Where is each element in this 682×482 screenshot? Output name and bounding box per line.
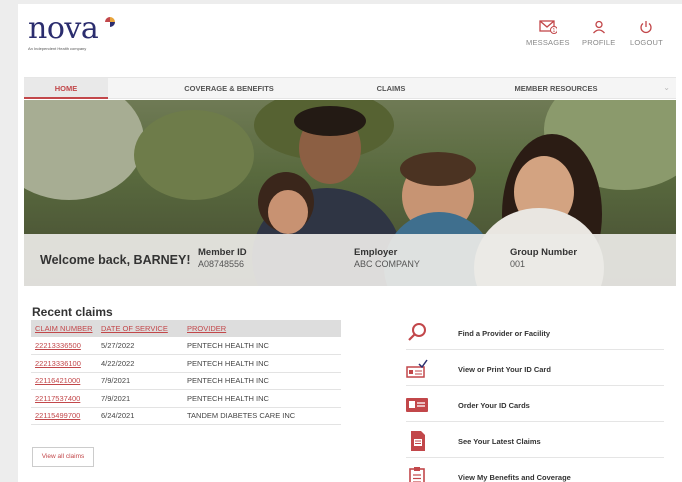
column-date-of-service[interactable]: DATE OF SERVICE [97, 320, 183, 337]
quick-link-latest-claims[interactable]: See Your Latest Claims [406, 423, 664, 458]
envelope-icon: 1 [539, 20, 557, 34]
id-card-print-icon [406, 359, 428, 378]
table-row: 22115499700 6/24/2021 TANDEM DIABETES CA… [31, 407, 341, 425]
quick-link-label: View or Print Your ID Card [458, 365, 551, 374]
provider: TANDEM DIABETES CARE INC [183, 407, 341, 425]
date-of-service: 5/27/2022 [97, 337, 183, 355]
date-of-service: 7/9/2021 [97, 372, 183, 390]
table-row: 22117537400 7/9/2021 PENTECH HEALTH INC [31, 389, 341, 408]
group-number-value: 001 [510, 259, 526, 269]
table-row: 22116421000 7/9/2021 PENTECH HEALTH INC [31, 372, 341, 390]
nav-member-resources[interactable]: MEMBER RESOURCES [486, 78, 626, 99]
profile-button[interactable]: PROFILE [582, 20, 616, 47]
messages-button[interactable]: 1 MESSAGES [526, 20, 570, 47]
recent-claims-title: Recent claims [32, 305, 113, 319]
clipboard-icon [409, 467, 425, 482]
group-number-label: Group Number [510, 247, 578, 258]
table-row: 22213336100 4/22/2022 PENTECH HEALTH INC [31, 354, 341, 373]
quick-link-label: Find a Provider or Facility [458, 329, 551, 338]
employer-label: Employer [354, 247, 398, 258]
logo-wordmark: nova [28, 11, 99, 46]
member-id-label: Member ID [198, 247, 247, 258]
table-header-row: CLAIM NUMBER DATE OF SERVICE PROVIDER [31, 320, 341, 337]
quick-link-benefits-coverage[interactable]: View My Benefits and Coverage [406, 459, 664, 482]
nav-home[interactable]: HOME [24, 78, 108, 99]
recent-claims-table: CLAIM NUMBER DATE OF SERVICE PROVIDER 22… [31, 320, 341, 425]
claim-number-link[interactable]: 22213336500 [31, 337, 97, 355]
provider: PENTECH HEALTH INC [183, 389, 341, 408]
claim-number-link[interactable]: 22115499700 [31, 407, 97, 425]
claim-number-link[interactable]: 22116421000 [31, 372, 97, 390]
date-of-service: 6/24/2021 [97, 407, 183, 425]
group-number: Group Number 001 [510, 247, 577, 269]
nova-logo[interactable]: nova An Independent Health company [28, 11, 115, 51]
column-provider[interactable]: PROVIDER [183, 320, 341, 337]
provider: PENTECH HEALTH INC [183, 354, 341, 373]
quick-link-label: See Your Latest Claims [458, 437, 541, 446]
power-icon [640, 21, 653, 34]
user-icon [592, 20, 605, 34]
nav-coverage-benefits[interactable]: COVERAGE & BENEFITS [154, 78, 304, 99]
quick-link-find-provider[interactable]: Find a Provider or Facility [406, 315, 664, 350]
provider: PENTECH HEALTH INC [183, 372, 341, 390]
svg-text:1: 1 [552, 28, 555, 34]
main-nav: HOME COVERAGE & BENEFITS CLAIMS MEMBER R… [24, 77, 676, 99]
logout-label: LOGOUT [630, 38, 663, 47]
view-all-claims-button[interactable]: View all claims [32, 447, 94, 467]
provider: PENTECH HEALTH INC [183, 337, 341, 355]
employer-value: ABC COMPANY [354, 259, 420, 269]
date-of-service: 4/22/2022 [97, 354, 183, 373]
messages-label: MESSAGES [526, 38, 570, 47]
member-id-value: A08748556 [198, 259, 245, 269]
logo-mark-icon [105, 17, 115, 27]
nav-claims[interactable]: CLAIMS [346, 78, 436, 99]
chevron-down-icon[interactable]: ⌄ [663, 83, 670, 92]
page: nova An Independent Health company 1 MES… [18, 4, 682, 482]
claims-document-icon [411, 431, 425, 451]
search-icon [408, 323, 426, 341]
id-card-icon [406, 398, 428, 412]
member-id: Member ID A08748556 [198, 247, 247, 269]
header: nova An Independent Health company 1 MES… [18, 4, 682, 66]
logo-tagline: An Independent Health company [28, 46, 87, 51]
welcome-bar: Welcome back, BARNEY! Member ID A0874855… [24, 234, 676, 286]
welcome-greeting: Welcome back, BARNEY! [40, 253, 191, 267]
logout-button[interactable]: LOGOUT [630, 20, 663, 47]
profile-label: PROFILE [582, 38, 616, 47]
claim-number-link[interactable]: 22117537400 [31, 389, 97, 408]
date-of-service: 7/9/2021 [97, 389, 183, 408]
employer: Employer ABC COMPANY [354, 247, 420, 269]
quick-link-view-print-id[interactable]: View or Print Your ID Card [406, 351, 664, 386]
claim-number-link[interactable]: 22213336100 [31, 354, 97, 373]
quick-link-label: Order Your ID Cards [458, 401, 530, 410]
table-row: 22213336500 5/27/2022 PENTECH HEALTH INC [31, 337, 341, 355]
quick-link-label: View My Benefits and Coverage [458, 473, 571, 482]
quick-link-order-id-cards[interactable]: Order Your ID Cards [406, 387, 664, 422]
column-claim-number[interactable]: CLAIM NUMBER [31, 320, 97, 337]
